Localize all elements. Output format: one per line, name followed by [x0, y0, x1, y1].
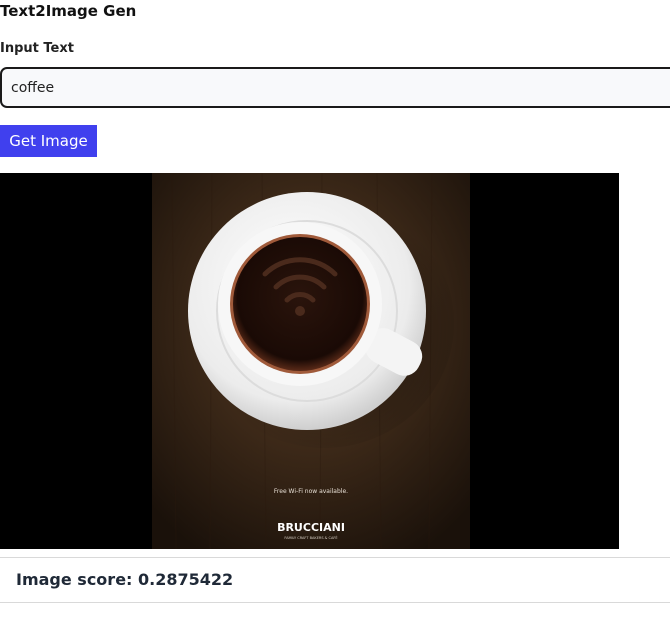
score-value: 0.2875422 — [138, 570, 234, 589]
generated-image: Free Wi-Fi now available. BRUCCIANI FAMI… — [0, 173, 619, 549]
score-label: Image score: — [16, 570, 133, 589]
app-title: Text2Image Gen — [0, 2, 137, 20]
image-score: Image score: 0.2875422 — [16, 570, 233, 589]
divider — [0, 557, 670, 558]
poster-brand: BRUCCIANI — [277, 521, 345, 534]
poster-tagline: FAMILY CRAFT BAKERS & CAFÉ — [284, 535, 337, 540]
divider — [0, 602, 670, 603]
input-text-label: Input Text — [0, 41, 74, 56]
coffee-poster-image: Free Wi-Fi now available. BRUCCIANI FAMI… — [152, 173, 470, 549]
poster-caption: Free Wi-Fi now available. — [274, 488, 348, 495]
get-image-button[interactable]: Get Image — [0, 125, 97, 157]
input-text-field[interactable] — [0, 67, 670, 108]
